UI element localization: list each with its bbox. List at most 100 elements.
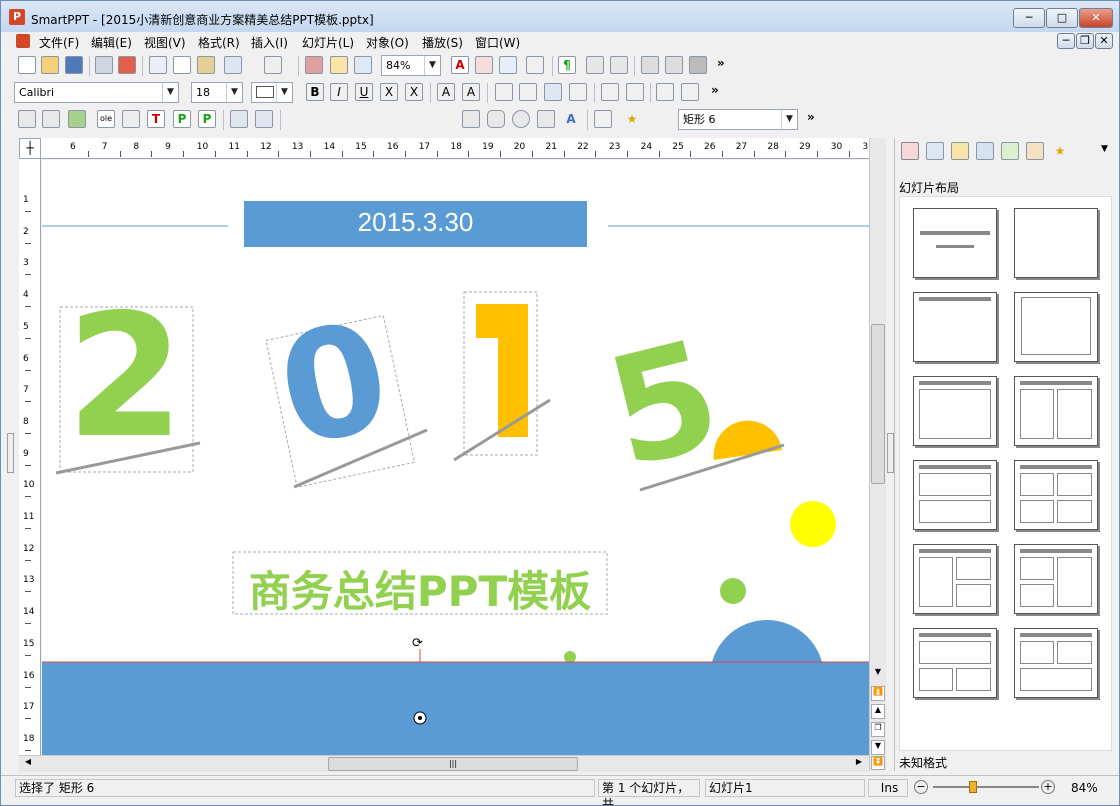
paste-icon[interactable] (197, 56, 215, 74)
transition-tab-icon[interactable] (1001, 142, 1019, 160)
layout-content-only[interactable] (1014, 292, 1098, 362)
layout-right-big[interactable] (1014, 544, 1098, 614)
shrink-font-icon[interactable]: A (462, 83, 480, 101)
menu-view[interactable]: 视图(V) (144, 34, 186, 51)
scroll-down-icon[interactable]: ▼ (871, 667, 885, 682)
toolbar-more-icon[interactable]: » (717, 56, 725, 70)
effects-tab-icon[interactable]: ★ (1051, 142, 1069, 160)
underline-icon[interactable]: U (355, 83, 373, 101)
clear-format-icon[interactable]: X (405, 83, 423, 101)
grow-font-icon[interactable]: A (437, 83, 455, 101)
slide-canvas[interactable]: 2015.3.30 2 0 5 商务总结PPT模板 ⟳ (42, 160, 869, 755)
align-justify-icon[interactable] (569, 83, 587, 101)
layout-tab-icon[interactable] (901, 142, 919, 160)
arrow-icon[interactable] (362, 110, 380, 128)
rotate-handle-icon[interactable]: ⟳ (412, 636, 423, 651)
animation-tab-icon[interactable] (976, 142, 994, 160)
status-mode[interactable]: Ins (868, 779, 908, 797)
layout-top-big[interactable] (913, 628, 997, 698)
left-panel-handle[interactable] (7, 433, 14, 473)
rectangle-icon[interactable] (462, 110, 480, 128)
insert-list-icon[interactable] (499, 56, 517, 74)
chart-icon[interactable] (255, 110, 273, 128)
cut-icon[interactable] (149, 56, 167, 74)
layout-blank[interactable] (1014, 208, 1098, 278)
elbow-connector-icon[interactable] (412, 110, 430, 128)
pdf-icon[interactable] (118, 56, 136, 74)
font-size-select[interactable]: 18 ▼ (191, 82, 243, 103)
layout-two-content[interactable] (1014, 376, 1098, 446)
zoom-select[interactable]: 84% ▼ (381, 55, 441, 76)
align-right-icon[interactable] (544, 83, 562, 101)
menu-object[interactable]: 对象(O) (366, 34, 409, 51)
drawing-more-icon[interactable]: » (807, 110, 815, 124)
vscroll-thumb[interactable] (871, 324, 885, 484)
rounded-rect-icon[interactable] (487, 110, 505, 128)
ruler-corner[interactable]: ┼ (19, 138, 41, 159)
master-icon[interactable] (689, 56, 707, 74)
align-left-icon[interactable] (495, 83, 513, 101)
textbox-icon[interactable] (18, 110, 36, 128)
number-list-icon[interactable] (681, 83, 699, 101)
copy-icon[interactable] (173, 56, 191, 74)
font-select[interactable]: Calibri ▼ (14, 82, 179, 103)
first-slide-icon[interactable]: ⏫ (871, 686, 885, 701)
layout-title-only[interactable] (913, 292, 997, 362)
picture-icon[interactable] (68, 110, 86, 128)
layout-two-rows[interactable] (913, 460, 997, 530)
format-more-icon[interactable]: » (711, 83, 719, 97)
shapes-icon[interactable] (537, 110, 555, 128)
redo-icon[interactable] (264, 56, 282, 74)
doc-close-button[interactable]: ✕ (1095, 33, 1113, 49)
panel-menu-icon[interactable]: ▼ (1101, 144, 1108, 154)
wordart-icon[interactable]: A (562, 110, 580, 128)
scroll-right-icon[interactable]: ▶ (852, 757, 866, 771)
hscroll-thumb[interactable]: ||| (328, 757, 578, 771)
group-icon[interactable] (594, 110, 612, 128)
zoom-icon[interactable] (354, 56, 372, 74)
fill-color-select[interactable]: ▼ (251, 82, 293, 103)
increase-indent-icon[interactable] (626, 83, 644, 101)
zoom-slider-track[interactable] (933, 786, 1039, 788)
zoom-fit-icon[interactable] (330, 56, 348, 74)
layout-four-content[interactable] (1014, 460, 1098, 530)
slides-icon[interactable]: ❐ (871, 722, 885, 737)
text-frame-icon[interactable]: T (147, 110, 165, 128)
undo-icon[interactable] (224, 56, 242, 74)
thesaurus-icon[interactable] (610, 56, 628, 74)
format-painter-icon[interactable] (526, 56, 544, 74)
layout-title-slide[interactable] (913, 208, 997, 278)
layout-left-big[interactable] (913, 544, 997, 614)
tools-icon[interactable] (648, 110, 666, 128)
slide-icon[interactable] (641, 56, 659, 74)
font-color-icon[interactable]: A (451, 56, 469, 74)
doc-minimize-button[interactable]: ─ (1057, 33, 1075, 49)
scroll-left-icon[interactable]: ◀ (21, 757, 35, 771)
italic-icon[interactable]: I (330, 83, 348, 101)
right-panel-handle[interactable] (887, 433, 894, 473)
decrease-indent-icon[interactable] (601, 83, 619, 101)
table-icon[interactable] (42, 110, 60, 128)
spellcheck-icon[interactable] (586, 56, 604, 74)
line-icon[interactable] (287, 110, 305, 128)
layout-bottom-big[interactable] (1014, 628, 1098, 698)
actual-size-icon[interactable] (305, 56, 323, 74)
star-icon[interactable]: ★ (623, 110, 641, 128)
digit-2[interactable]: 2 (66, 292, 184, 462)
bullet-list-icon[interactable] (656, 83, 674, 101)
color-tab-icon[interactable] (951, 142, 969, 160)
menu-format[interactable]: 格式(R) (198, 34, 240, 51)
menu-insert[interactable]: 插入(I) (251, 34, 288, 51)
formula-icon[interactable] (122, 110, 140, 128)
maximize-button[interactable]: □ (1046, 8, 1078, 28)
curved-connector-icon[interactable] (437, 110, 455, 128)
menu-window[interactable]: 窗口(W) (475, 34, 520, 51)
minimize-button[interactable]: ─ (1013, 8, 1045, 28)
open-icon[interactable] (41, 56, 59, 74)
connector-icon[interactable] (387, 110, 405, 128)
last-slide-icon[interactable]: ⏬ (871, 756, 885, 770)
design-tab-icon[interactable] (926, 142, 944, 160)
new-icon[interactable] (18, 56, 36, 74)
print-icon[interactable] (95, 56, 113, 74)
save-icon[interactable] (65, 56, 83, 74)
